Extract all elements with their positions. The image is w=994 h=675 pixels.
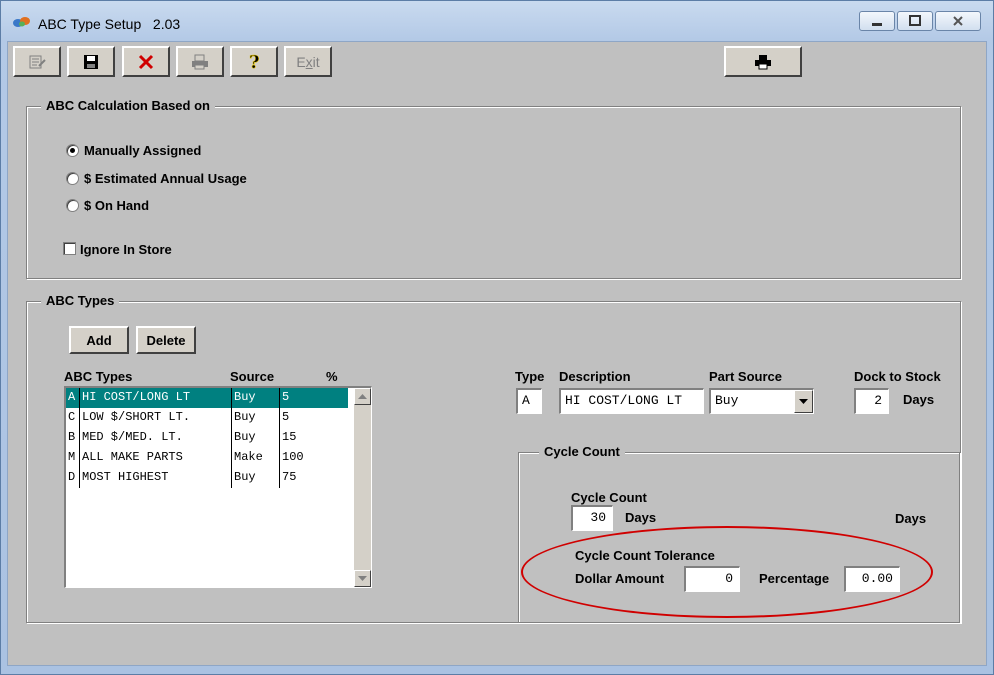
row-source: Buy bbox=[232, 468, 280, 488]
list-item[interactable]: B MED $/MED. LT. Buy 15 bbox=[66, 428, 348, 448]
part-source-value: Buy bbox=[715, 393, 739, 408]
scroll-up-arrow[interactable] bbox=[354, 388, 371, 405]
save-icon bbox=[84, 54, 98, 69]
row-code: M bbox=[66, 448, 80, 468]
row-source: Buy bbox=[232, 428, 280, 448]
calc-group-title: ABC Calculation Based on bbox=[41, 98, 215, 113]
radio-manually-assigned-label[interactable]: Manually Assigned bbox=[84, 143, 201, 158]
list-header-source: Source bbox=[230, 369, 275, 384]
dock-to-stock-label: Dock to Stock bbox=[854, 369, 941, 384]
part-source-dropdown-button[interactable] bbox=[794, 390, 813, 413]
description-label: Description bbox=[559, 369, 631, 384]
list-header-types: ABC Types bbox=[64, 369, 133, 384]
type-label: Type bbox=[515, 369, 545, 384]
part-source-select[interactable]: Buy bbox=[709, 388, 814, 414]
exit-label: Exit bbox=[296, 53, 320, 70]
row-percent: 75 bbox=[282, 470, 297, 484]
row-code: C bbox=[66, 408, 80, 428]
abc-types-list[interactable]: A HI COST/LONG LT Buy 5 C LOW $/SHORT LT. Buy 5… bbox=[64, 386, 372, 588]
window-title: ABC Type Setup 2.03 bbox=[38, 16, 181, 32]
dock-days-label: Days bbox=[903, 392, 935, 407]
edit-icon bbox=[29, 55, 46, 68]
app-logo-icon bbox=[13, 17, 30, 27]
maximize-icon bbox=[909, 15, 921, 26]
row-description: HI COST/LONG LT bbox=[80, 388, 232, 408]
svg-text:?: ? bbox=[249, 52, 260, 72]
minimize-button[interactable] bbox=[859, 11, 895, 31]
radio-on-hand[interactable] bbox=[66, 199, 79, 212]
minimize-icon bbox=[872, 23, 882, 26]
cycle-count-field[interactable]: 30 bbox=[571, 505, 613, 531]
client-area: ? Exit ABC Calculation Based on Manually… bbox=[7, 41, 987, 666]
triangle-down-icon bbox=[358, 576, 367, 581]
dollar-amount-field[interactable]: 0 bbox=[684, 566, 740, 592]
row-source: Make bbox=[232, 448, 280, 468]
radio-estimated-annual-usage-label[interactable]: $ Estimated Annual Usage bbox=[84, 171, 247, 186]
cycle-count-days-label: Days bbox=[625, 510, 657, 525]
row-description: ALL MAKE PARTS bbox=[80, 448, 232, 468]
list-header-percent: % bbox=[326, 369, 338, 384]
row-source: Buy bbox=[232, 408, 280, 428]
ignore-in-store-checkbox[interactable] bbox=[63, 242, 76, 255]
close-icon bbox=[953, 16, 963, 26]
close-button[interactable] bbox=[935, 11, 981, 31]
row-percent: 5 bbox=[282, 410, 290, 424]
percentage-field[interactable]: 0.00 bbox=[844, 566, 900, 592]
print-toolbar-button[interactable] bbox=[176, 46, 224, 77]
cycle-count-group-title: Cycle Count bbox=[539, 444, 625, 459]
row-percent: 5 bbox=[280, 388, 348, 408]
maximize-button[interactable] bbox=[897, 11, 933, 31]
printer-setup-button[interactable] bbox=[724, 46, 802, 77]
radio-on-hand-label[interactable]: $ On Hand bbox=[84, 198, 149, 213]
row-description: MED $/MED. LT. bbox=[80, 428, 232, 448]
ignore-in-store-label[interactable]: Ignore In Store bbox=[80, 242, 172, 257]
help-icon: ? bbox=[249, 52, 260, 72]
days-right-label: Days bbox=[895, 511, 927, 526]
printer-icon bbox=[192, 54, 208, 69]
type-field[interactable]: A bbox=[516, 388, 542, 414]
row-percent: 100 bbox=[282, 450, 304, 464]
types-group-title: ABC Types bbox=[41, 293, 120, 308]
percentage-label: Percentage bbox=[759, 571, 830, 586]
add-button[interactable]: Add bbox=[69, 326, 129, 354]
row-source: Buy bbox=[232, 388, 280, 408]
app-window: ABC Type Setup 2.03 ? Exit ABC Calculati… bbox=[0, 0, 994, 675]
row-code: D bbox=[66, 468, 80, 488]
row-description: LOW $/SHORT LT. bbox=[80, 408, 232, 428]
row-code: B bbox=[66, 428, 80, 448]
window-controls bbox=[859, 11, 983, 33]
list-item[interactable]: M ALL MAKE PARTS Make 100 bbox=[66, 448, 348, 468]
radio-manually-assigned[interactable] bbox=[66, 144, 79, 157]
dock-to-stock-field[interactable]: 2 bbox=[854, 388, 889, 414]
cycle-count-tolerance-label: Cycle Count Tolerance bbox=[575, 548, 715, 563]
exit-toolbar-button[interactable]: Exit bbox=[284, 46, 332, 77]
printer-icon bbox=[755, 54, 771, 69]
list-item[interactable]: A HI COST/LONG LT Buy 5 bbox=[66, 388, 348, 408]
triangle-up-icon bbox=[358, 394, 367, 399]
radio-dot bbox=[70, 148, 75, 153]
cycle-count-group: Cycle Count bbox=[518, 444, 960, 623]
part-source-label: Part Source bbox=[709, 369, 782, 384]
list-item[interactable]: D MOST HIGHEST Buy 75 bbox=[66, 468, 348, 488]
description-field[interactable]: HI COST/LONG LT bbox=[559, 388, 704, 414]
edit-toolbar-button[interactable] bbox=[13, 46, 61, 77]
delete-x-icon bbox=[138, 54, 154, 69]
dollar-amount-label: Dollar Amount bbox=[575, 571, 665, 586]
delete-toolbar-button[interactable] bbox=[122, 46, 170, 77]
title-bar[interactable]: ABC Type Setup 2.03 bbox=[1, 1, 993, 41]
cycle-count-label: Cycle Count bbox=[571, 490, 647, 505]
save-toolbar-button[interactable] bbox=[67, 46, 115, 77]
row-code: A bbox=[66, 388, 80, 408]
radio-estimated-annual-usage[interactable] bbox=[66, 172, 79, 185]
scroll-down-arrow[interactable] bbox=[354, 570, 371, 587]
list-scrollbar[interactable] bbox=[354, 388, 371, 587]
help-toolbar-button[interactable]: ? bbox=[230, 46, 278, 77]
row-percent: 15 bbox=[282, 430, 297, 444]
row-description: MOST HIGHEST bbox=[80, 468, 232, 488]
delete-button[interactable]: Delete bbox=[136, 326, 196, 354]
chevron-down-icon bbox=[799, 399, 808, 404]
list-item[interactable]: C LOW $/SHORT LT. Buy 5 bbox=[66, 408, 348, 428]
